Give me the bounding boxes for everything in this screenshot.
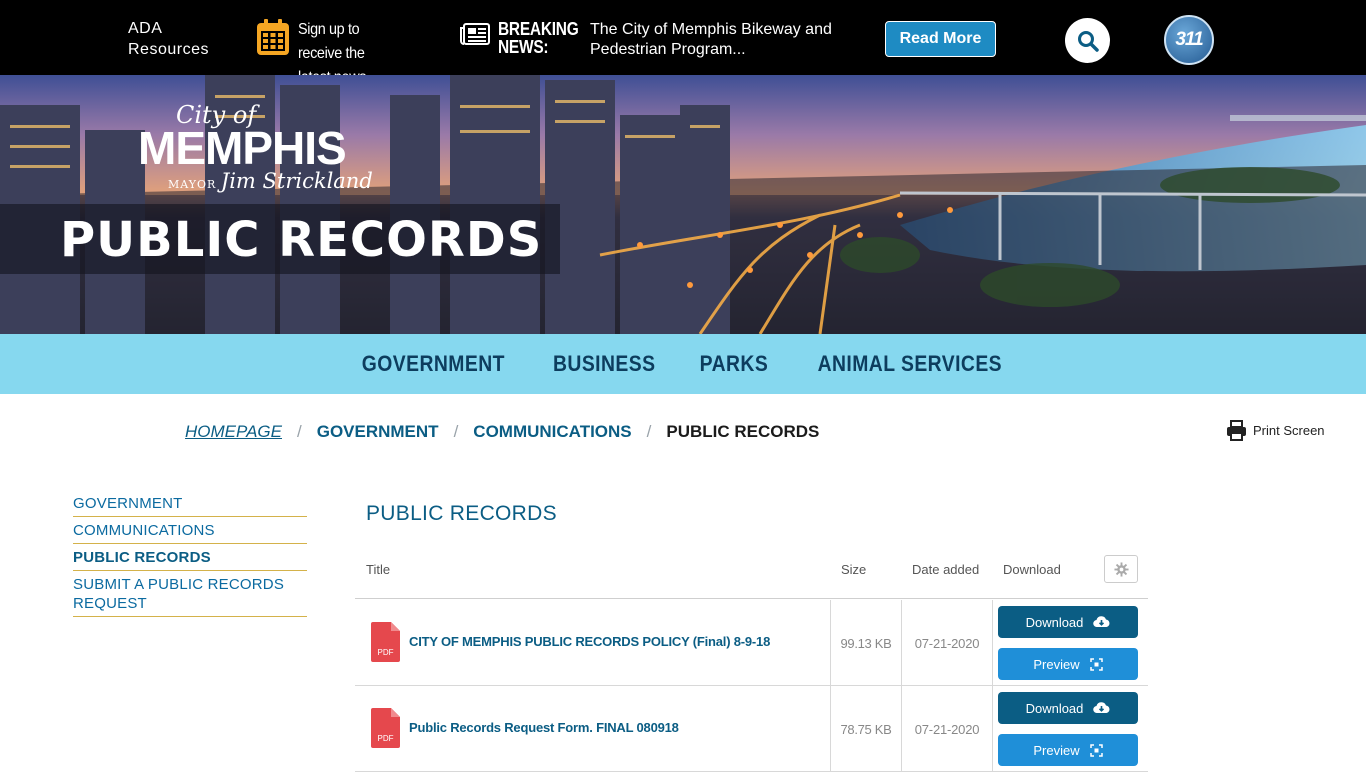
logo-mayor-line: MAYOR Jim Strickland (168, 169, 373, 193)
search-button[interactable] (1065, 18, 1110, 63)
ada-resources-link[interactable]: ADA Resources (128, 18, 228, 60)
download-button[interactable]: Download (998, 692, 1138, 724)
print-screen-label: Print Screen (1253, 423, 1325, 438)
sidebar-item-government[interactable]: GOVERNMENT (73, 490, 307, 517)
breadcrumb-separator: / (646, 422, 652, 441)
top-bar: ADA Resources Sign up to receive the lat… (0, 0, 1366, 86)
cloud-download-icon (1093, 702, 1110, 714)
column-title[interactable]: Title (366, 562, 390, 577)
page-title-band: PUBLIC RECORDS (0, 204, 560, 274)
table-row: PDF Public Records Request Form. FINAL 0… (355, 686, 1148, 772)
cell-size: 99.13 KB (831, 600, 902, 686)
nav-item-business[interactable]: BUSINESS (553, 351, 656, 377)
breadcrumb-current: PUBLIC RECORDS (666, 422, 820, 441)
cell-title: PDF CITY OF MEMPHIS PUBLIC RECORDS POLIC… (355, 600, 831, 686)
read-more-button[interactable]: Read More (885, 21, 996, 57)
breadcrumb-government[interactable]: GOVERNMENT (317, 422, 439, 442)
preview-label: Preview (1033, 742, 1080, 758)
breaking-news: BREAKING NEWS: (460, 19, 579, 57)
pdf-file-icon: PDF (371, 622, 400, 662)
preview-icon (1089, 657, 1103, 671)
download-label: Download (1025, 614, 1084, 630)
nav-item-government[interactable]: GOVERNMENT (361, 351, 504, 377)
download-button[interactable]: Download (998, 606, 1138, 638)
logo-mayor-label: MAYOR (168, 178, 217, 191)
breadcrumb-communications[interactable]: COMMUNICATIONS (473, 422, 631, 442)
table-settings-button[interactable] (1104, 555, 1138, 583)
cloud-download-icon (1093, 616, 1110, 628)
newspaper-icon (460, 23, 490, 45)
print-screen-button[interactable]: Print Screen (1226, 420, 1325, 441)
cell-size: 78.75 KB (831, 686, 902, 772)
breadcrumb-homepage[interactable]: HOMEPAGE (185, 422, 282, 442)
cell-date-added: 07-21-2020 (902, 600, 993, 686)
preview-button[interactable]: Preview (998, 734, 1138, 766)
sidebar-item-public-records[interactable]: PUBLIC RECORDS (73, 544, 307, 571)
table-row: PDF CITY OF MEMPHIS PUBLIC RECORDS POLIC… (355, 600, 1148, 686)
nav-item-animal-services[interactable]: ANIMAL SERVICES (817, 351, 1001, 377)
breadcrumb-separator: / (296, 422, 302, 441)
sidebar-item-communications[interactable]: COMMUNICATIONS (73, 517, 307, 544)
pdf-badge-text: PDF (378, 734, 394, 743)
sidebar-item-submit-request[interactable]: SUBMIT A PUBLIC RECORDS REQUEST (73, 571, 307, 617)
calendar-icon (257, 19, 289, 55)
cell-title: PDF Public Records Request Form. FINAL 0… (355, 686, 831, 772)
main-nav: GOVERNMENT BUSINESS PARKS ANIMAL SERVICE… (0, 334, 1366, 394)
column-download: Download (1003, 562, 1061, 577)
pdf-badge-text: PDF (378, 648, 394, 657)
download-label: Download (1025, 700, 1084, 716)
column-date-added[interactable]: Date added (912, 562, 979, 577)
logo-memphis: MEMPHIS (138, 122, 347, 174)
page-title: PUBLIC RECORDS (60, 212, 543, 268)
nav-item-parks[interactable]: PARKS (700, 351, 769, 377)
breaking-news-headline[interactable]: The City of Memphis Bikeway and Pedestri… (590, 20, 840, 60)
printer-icon (1227, 420, 1246, 441)
cell-date-added: 07-21-2020 (902, 686, 993, 772)
breadcrumb-separator: / (453, 422, 459, 441)
search-icon (1077, 30, 1099, 52)
column-size[interactable]: Size (841, 562, 866, 577)
preview-label: Preview (1033, 656, 1080, 672)
preview-button[interactable]: Preview (998, 648, 1138, 680)
logo-mayor-name: Jim Strickland (220, 169, 373, 193)
breaking-news-label: BREAKING NEWS: (498, 19, 579, 57)
table-header: Title Size Date added Download (355, 553, 1148, 599)
preview-icon (1089, 743, 1103, 757)
section-title: PUBLIC RECORDS (366, 502, 557, 525)
hero-banner: City of MEMPHIS MAYOR Jim Strickland PUB… (0, 75, 1366, 334)
gear-icon (1113, 561, 1129, 577)
pdf-file-icon: PDF (371, 708, 400, 748)
document-link[interactable]: Public Records Request Form. FINAL 08091… (409, 720, 679, 735)
breadcrumb: HOMEPAGE / GOVERNMENT / COMMUNICATIONS /… (185, 422, 819, 442)
document-link[interactable]: CITY OF MEMPHIS PUBLIC RECORDS POLICY (F… (409, 634, 770, 649)
311-button[interactable]: 311 (1164, 15, 1214, 65)
sidebar-nav: GOVERNMENT COMMUNICATIONS PUBLIC RECORDS… (73, 490, 307, 617)
